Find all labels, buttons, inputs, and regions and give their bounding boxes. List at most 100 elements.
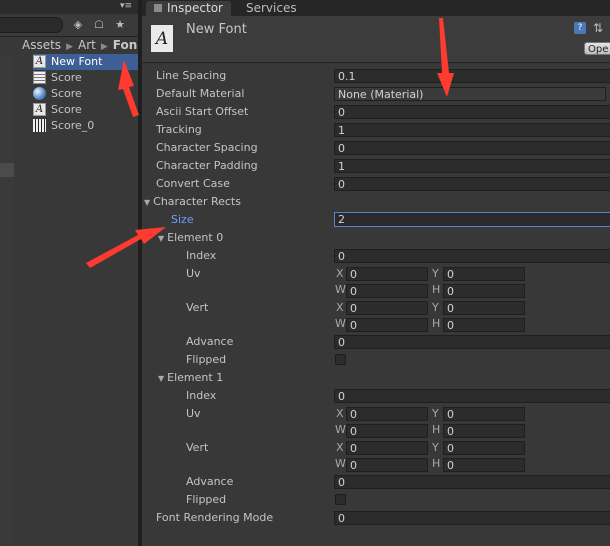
breadcrumb-item-assets[interactable]: Assets: [22, 38, 61, 52]
element-0-index-field[interactable]: 0: [334, 249, 610, 263]
element-0-flipped-checkbox[interactable]: [335, 354, 346, 365]
element-1-uv-w-field[interactable]: 0: [346, 424, 428, 438]
element-label: Element 0: [167, 231, 224, 244]
breadcrumb-item-art[interactable]: Art: [78, 38, 96, 52]
vert-label: Vert: [186, 441, 209, 454]
axis-x-label: X: [336, 407, 344, 420]
character-rects-label: Character Rects: [153, 195, 241, 208]
element-0-vert-y-field[interactable]: 0: [443, 301, 525, 315]
element-1-foldout[interactable]: ▼ Element 1: [158, 370, 223, 386]
axis-w-label: W: [335, 457, 346, 470]
character-rects-foldout[interactable]: ▼ Character Rects: [144, 194, 241, 210]
breadcrumb: Assets ▶ Art ▶ Fon: [22, 37, 137, 53]
axis-x-label: X: [336, 267, 344, 280]
open-button[interactable]: Ope: [584, 42, 610, 55]
texture-icon: [33, 118, 46, 132]
inspector-panel: Inspector Services A New Font ? ⇅ Ope Li…: [142, 0, 610, 546]
asset-item-score-font[interactable]: A Score: [33, 102, 82, 118]
flipped-label: Flipped: [186, 353, 227, 366]
element-1-uv-x-field[interactable]: 0: [346, 407, 428, 421]
ascii-start-offset-field[interactable]: 0: [334, 105, 610, 119]
element-1-vert-y-field[interactable]: 0: [443, 441, 525, 455]
size-label: Size: [171, 213, 194, 226]
font-rendering-mode-field[interactable]: 0: [334, 511, 610, 525]
text-asset-icon: [33, 70, 46, 84]
project-toolbar: ◈ ☖ ★: [0, 14, 138, 37]
favorite-star-icon[interactable]: ★: [112, 17, 128, 33]
element-0-advance-field[interactable]: 0: [334, 335, 610, 349]
axis-x-label: X: [336, 301, 344, 314]
help-icon[interactable]: ?: [574, 22, 586, 34]
settings-icon[interactable]: ⇅: [593, 21, 607, 35]
element-1-flipped-checkbox[interactable]: [335, 494, 346, 505]
axis-y-label: Y: [432, 267, 439, 280]
uv-label: Uv: [186, 267, 201, 280]
element-0-uv-y-field[interactable]: 0: [443, 267, 525, 281]
axis-w-label: W: [335, 283, 346, 296]
element-0-vert-w-field[interactable]: 0: [346, 318, 428, 332]
font-rendering-mode-label: Font Rendering Mode: [156, 511, 274, 524]
element-0-uv-w-field[interactable]: 0: [346, 284, 428, 298]
element-1-uv-h-field[interactable]: 0: [443, 424, 525, 438]
font-asset-icon: A: [151, 25, 173, 52]
vert-label: Vert: [186, 301, 209, 314]
asset-item-score-material[interactable]: Score: [33, 86, 82, 102]
character-padding-field[interactable]: 1: [334, 159, 610, 173]
advance-label: Advance: [186, 475, 234, 488]
axis-w-label: W: [335, 317, 346, 330]
inspector-tab-icon: [154, 3, 162, 12]
project-panel-top-strip: [0, 0, 138, 14]
project-panel: ◈ ☖ ★ ▾≡ Assets ▶ Art ▶ Fon A New Font Score …: [0, 0, 138, 546]
asset-label: New Font: [51, 55, 103, 68]
flipped-label: Flipped: [186, 493, 227, 506]
convert-case-field[interactable]: 0: [334, 177, 610, 191]
font-icon: A: [33, 102, 46, 116]
font-icon: A: [33, 54, 46, 68]
default-material-field[interactable]: None (Material): [334, 87, 606, 101]
line-spacing-field[interactable]: 0.1: [334, 69, 610, 83]
folder-tree-selected-row[interactable]: [0, 163, 14, 177]
breadcrumb-separator-icon: ▶: [100, 42, 108, 52]
asset-label: Score: [51, 87, 82, 100]
element-0-vert-h-field[interactable]: 0: [443, 318, 525, 332]
character-spacing-label: Character Spacing: [156, 141, 258, 154]
axis-w-label: W: [335, 423, 346, 436]
tab-services[interactable]: Services: [238, 1, 305, 16]
element-1-uv-y-field[interactable]: 0: [443, 407, 525, 421]
axis-y-label: Y: [432, 441, 439, 454]
index-label: Index: [186, 249, 217, 262]
breadcrumb-separator-icon: ▶: [66, 42, 73, 52]
breadcrumb-item-font[interactable]: Fon: [113, 38, 138, 52]
element-0-vert-x-field[interactable]: 0: [346, 301, 428, 315]
axis-y-label: Y: [432, 407, 439, 420]
uv-label: Uv: [186, 407, 201, 420]
character-spacing-field[interactable]: 0: [334, 141, 610, 155]
element-1-vert-h-field[interactable]: 0: [443, 458, 525, 472]
asset-item-score-0[interactable]: Score_0: [33, 118, 94, 134]
axis-h-label: H: [432, 457, 441, 470]
project-search-input[interactable]: [0, 17, 63, 33]
foldout-expanded-icon: ▼: [158, 234, 165, 243]
axis-h-label: H: [432, 317, 441, 330]
panel-menu-icon[interactable]: ▾≡: [120, 0, 132, 12]
inspector-header: A New Font ? ⇅ Ope: [142, 16, 610, 63]
size-field[interactable]: 2: [334, 212, 610, 227]
asset-item-new-font[interactable]: A New Font: [33, 54, 138, 70]
element-1-vert-w-field[interactable]: 0: [346, 458, 428, 472]
tracking-label: Tracking: [156, 123, 202, 136]
element-1-vert-x-field[interactable]: 0: [346, 441, 428, 455]
element-1-index-field[interactable]: 0: [334, 389, 610, 403]
filter-by-label-icon[interactable]: ☖: [91, 17, 107, 33]
default-material-label: Default Material: [156, 87, 245, 100]
tracking-field[interactable]: 1: [334, 123, 610, 137]
asset-item-score-text[interactable]: Score: [33, 70, 82, 86]
tab-inspector[interactable]: Inspector: [146, 1, 231, 16]
element-0-uv-x-field[interactable]: 0: [346, 267, 428, 281]
filter-by-type-icon[interactable]: ◈: [70, 17, 86, 33]
axis-h-label: H: [432, 423, 441, 436]
element-1-advance-field[interactable]: 0: [334, 475, 610, 489]
line-spacing-label: Line Spacing: [156, 69, 227, 82]
element-0-foldout[interactable]: ▼ Element 0: [158, 230, 223, 246]
element-label: Element 1: [167, 371, 224, 384]
element-0-uv-h-field[interactable]: 0: [443, 284, 525, 298]
